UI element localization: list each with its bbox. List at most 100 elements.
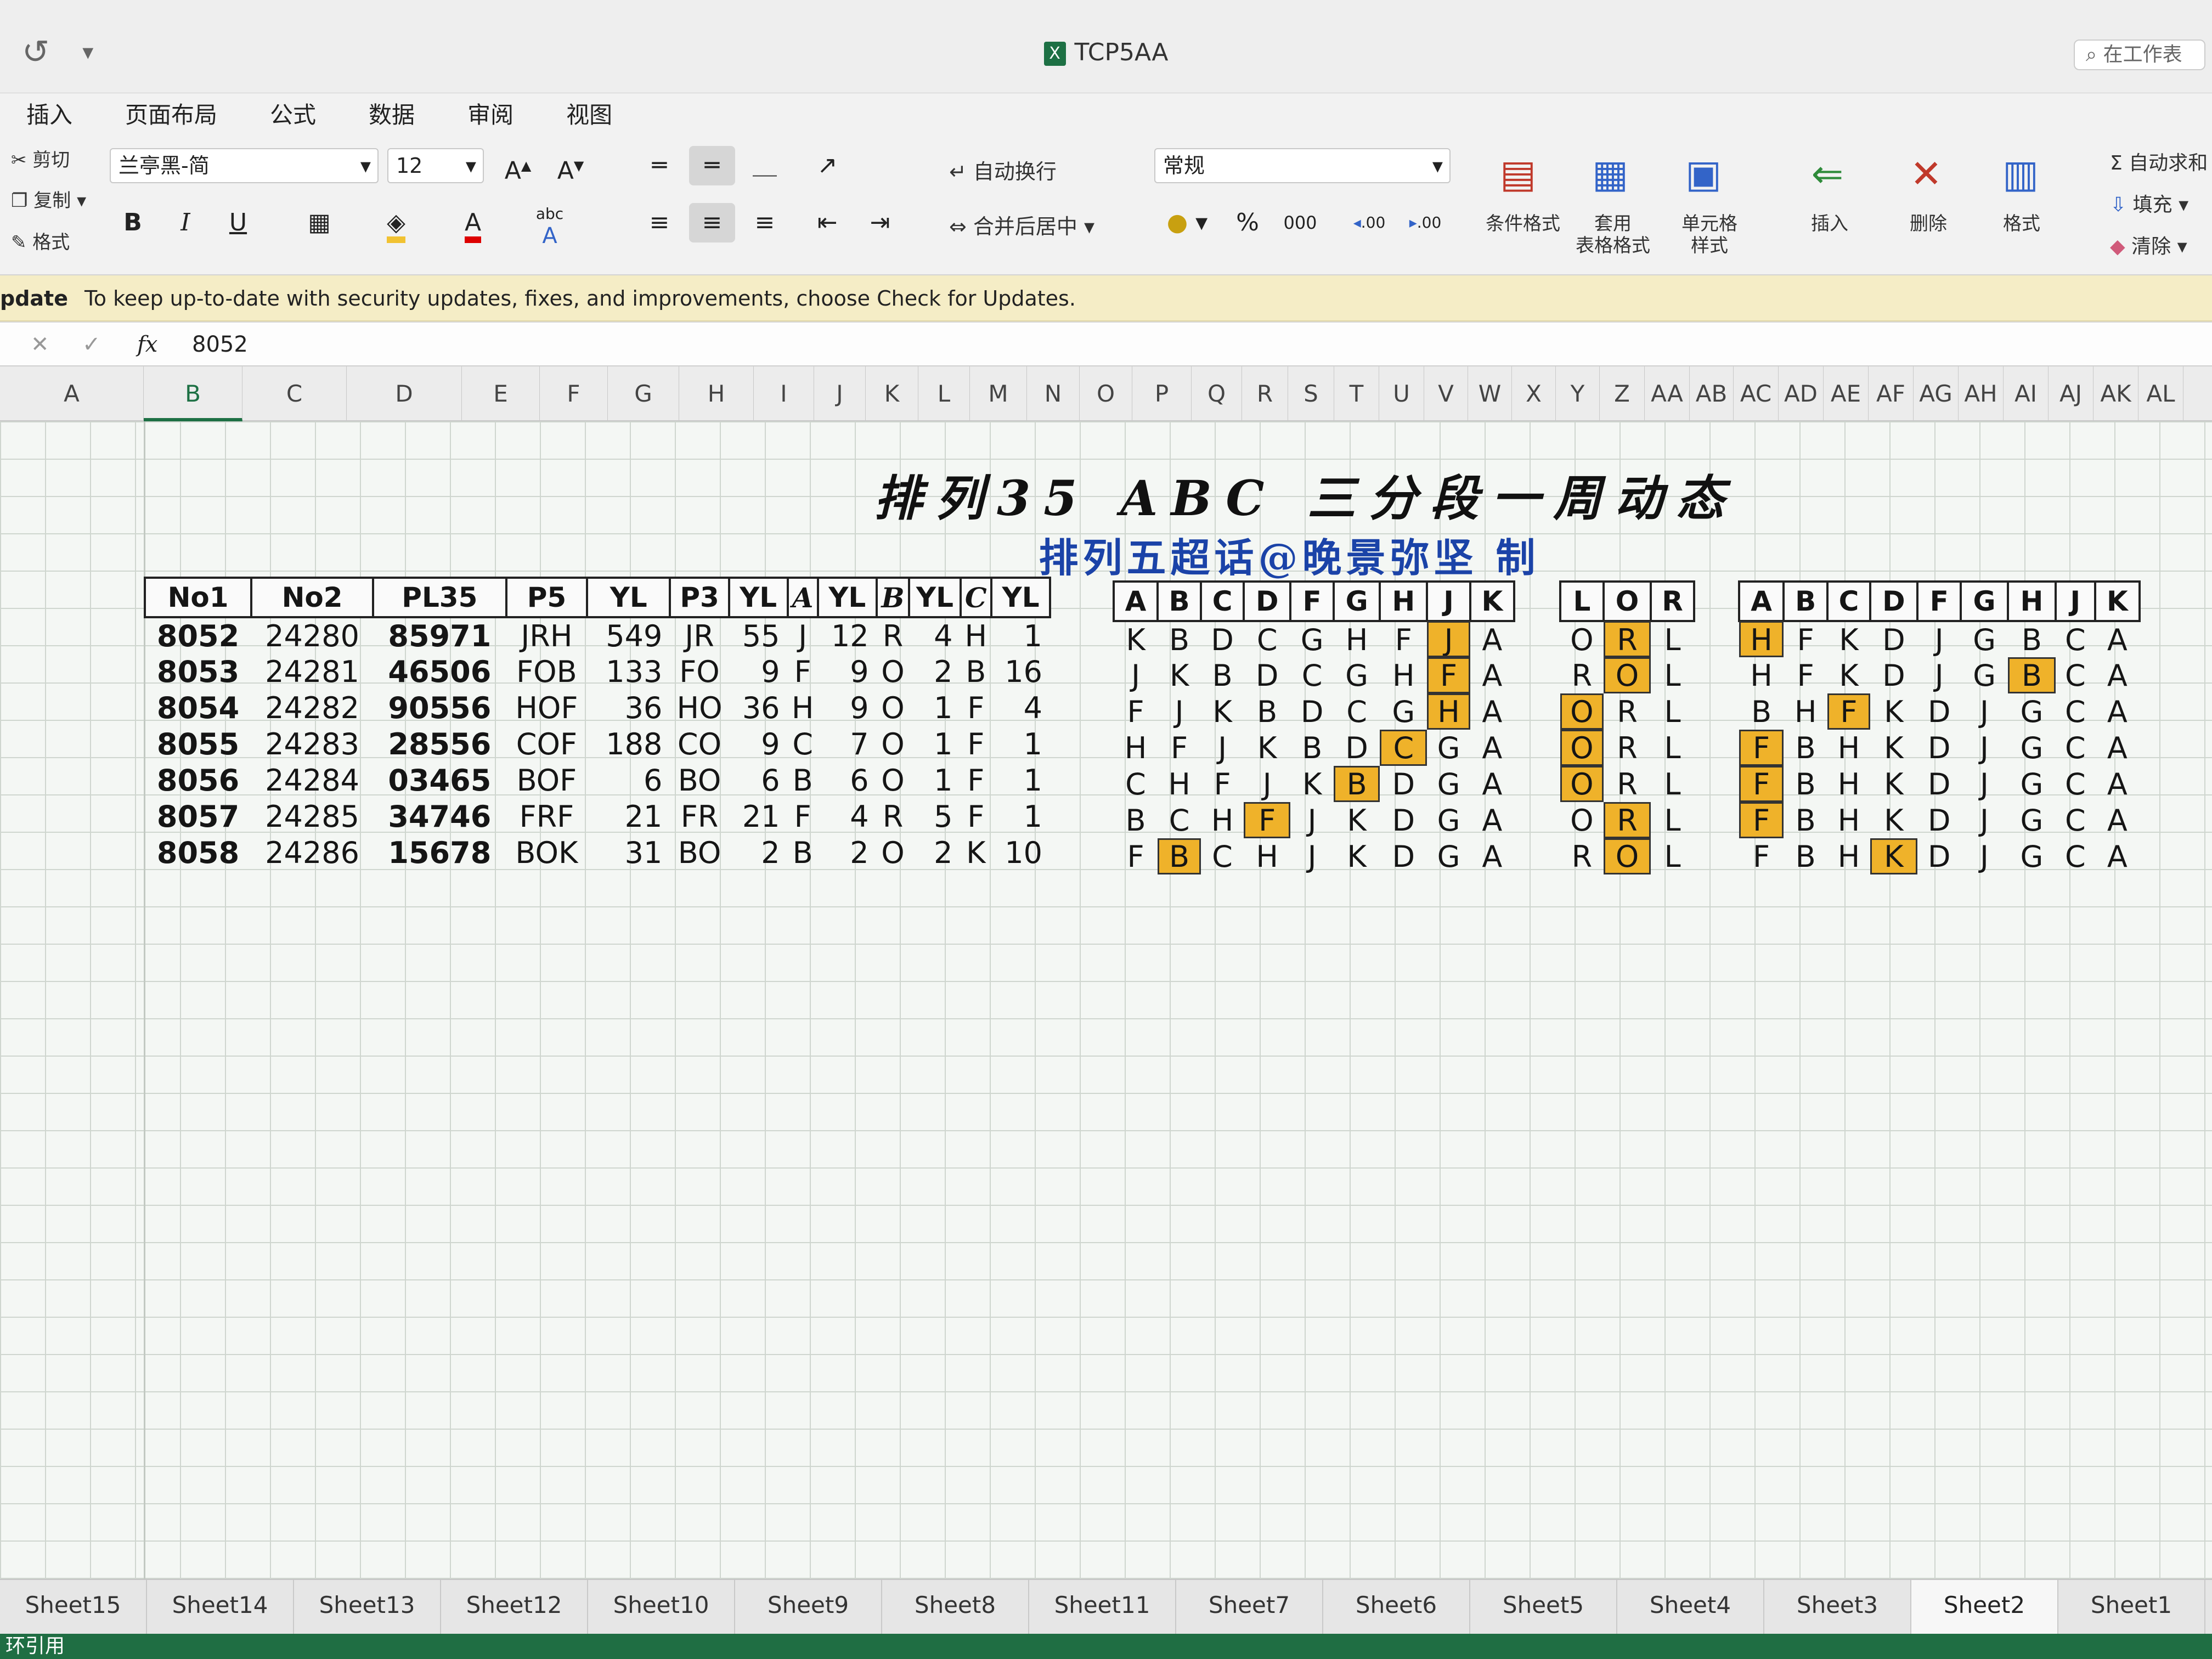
table-cell[interactable]: 85971 <box>373 617 506 653</box>
column-header-n[interactable]: N <box>1027 366 1080 421</box>
table-cell[interactable]: 46506 <box>373 653 506 690</box>
table-cell[interactable]: H <box>788 690 818 726</box>
table-cell[interactable]: L <box>1651 621 1694 657</box>
underline-button[interactable]: U <box>215 203 261 242</box>
table-cell[interactable]: R <box>1603 621 1651 657</box>
table-cell[interactable]: O <box>877 726 910 762</box>
table-cell[interactable]: C <box>1334 693 1380 730</box>
table-cell[interactable]: 4 <box>991 690 1050 726</box>
column-header-ag[interactable]: AG <box>1914 366 1959 421</box>
table-cell[interactable]: 2 <box>818 834 877 871</box>
column-header-w[interactable]: W <box>1468 366 1512 421</box>
increase-indent-icon[interactable]: ⇥ <box>857 203 903 242</box>
table-cell[interactable]: O <box>877 834 910 871</box>
table-cell[interactable]: K <box>1870 766 1918 802</box>
table-cell[interactable]: J <box>788 617 818 653</box>
table-cell[interactable]: 6 <box>729 762 788 798</box>
table-cell[interactable]: 16 <box>991 653 1050 690</box>
table-format-icon[interactable]: ▦ <box>1580 144 1640 204</box>
table-cell[interactable]: 2 <box>729 834 788 871</box>
table-cell[interactable]: K <box>1870 730 1918 766</box>
table-cell[interactable]: O <box>1560 802 1604 838</box>
table-cell[interactable]: F <box>788 798 818 834</box>
column-label[interactable]: J <box>2054 580 2096 622</box>
column-label[interactable]: F <box>1916 580 1962 622</box>
clear-button[interactable]: ◆ 清除 ▾ <box>2110 230 2187 259</box>
table-cell[interactable]: L <box>1651 657 1694 693</box>
table-cell[interactable]: K <box>1114 621 1158 657</box>
column-label[interactable]: O <box>1602 580 1652 622</box>
column-header-ak[interactable]: AK <box>2094 366 2138 421</box>
table-cell[interactable]: A <box>1470 838 1514 874</box>
table-cell[interactable]: F <box>1380 621 1427 657</box>
column-label[interactable]: C <box>959 577 993 618</box>
align-middle-icon[interactable]: ═ <box>689 146 735 185</box>
column-label[interactable]: YL <box>816 577 878 618</box>
table-cell[interactable]: D <box>1380 802 1427 838</box>
table-cell[interactable]: H <box>1114 730 1158 766</box>
table-cell[interactable]: 55 <box>729 617 788 653</box>
column-header-y[interactable]: Y <box>1556 366 1600 421</box>
wrap-text-button[interactable]: ↵ 自动换行 <box>949 155 1057 185</box>
table-cell[interactable]: C <box>2056 621 2095 657</box>
table-cell[interactable]: 21 <box>587 798 670 834</box>
table-cell[interactable]: H <box>961 617 992 653</box>
table-cell[interactable]: J <box>1427 621 1470 657</box>
table-cell[interactable]: O <box>877 690 910 726</box>
table-cell[interactable]: BOF <box>506 762 587 798</box>
sheet-tab-sheet9[interactable]: Sheet9 <box>735 1580 882 1635</box>
table-cell[interactable]: F <box>1739 766 1784 802</box>
column-header-ai[interactable]: AI <box>2004 366 2049 421</box>
table-cell[interactable]: B <box>788 762 818 798</box>
table-cell[interactable]: F <box>961 726 992 762</box>
table-cell[interactable]: FO <box>670 653 729 690</box>
sheet-tab-sheet15[interactable]: Sheet15 <box>0 1580 147 1635</box>
table-cell[interactable]: J <box>1290 838 1333 874</box>
table-cell[interactable]: B <box>1290 730 1333 766</box>
column-label[interactable]: A <box>1112 580 1159 622</box>
table-cell[interactable]: G <box>1427 766 1470 802</box>
column-label[interactable]: H <box>2006 580 2057 622</box>
table-cell[interactable]: R <box>1560 838 1604 874</box>
table-cell[interactable]: B <box>1784 802 1827 838</box>
table-cell[interactable]: J <box>1961 693 2008 730</box>
table-cell[interactable]: H <box>1427 693 1470 730</box>
table-cell[interactable]: G <box>2008 693 2056 730</box>
italic-button[interactable]: I <box>162 203 208 242</box>
text-orientation-icon[interactable]: ↗ <box>804 146 850 185</box>
sheet-tab-sheet7[interactable]: Sheet7 <box>1176 1580 1323 1635</box>
table-cell[interactable]: J <box>1961 730 2008 766</box>
table-cell[interactable]: C <box>2056 766 2095 802</box>
table-cell[interactable]: J <box>1158 693 1201 730</box>
table-cell[interactable]: L <box>1651 730 1694 766</box>
currency-button[interactable]: ● ▾ <box>1154 203 1220 242</box>
table-cell[interactable]: 8056 <box>145 762 251 798</box>
format-painter-button[interactable]: ✎ 格式 <box>11 227 70 254</box>
table-cell[interactable]: 1 <box>909 762 960 798</box>
table-cell[interactable]: 8052 <box>145 617 251 653</box>
tab-data[interactable]: 数据 <box>342 97 441 130</box>
table-cell[interactable]: R <box>1560 657 1604 693</box>
table-cell[interactable]: B <box>1158 838 1201 874</box>
table-cell[interactable]: R <box>877 617 910 653</box>
column-label[interactable]: P5 <box>505 577 589 618</box>
column-header-o[interactable]: O <box>1080 366 1132 421</box>
table-cell[interactable]: 34746 <box>373 798 506 834</box>
column-header-i[interactable]: I <box>754 366 814 421</box>
cancel-icon[interactable]: ✕ <box>31 323 49 366</box>
table-cell[interactable]: 8057 <box>145 798 251 834</box>
tab-view[interactable]: 视图 <box>540 97 639 130</box>
table-cell[interactable]: J <box>1961 802 2008 838</box>
table-cell[interactable]: BO <box>670 762 729 798</box>
table-cell[interactable]: 8058 <box>145 834 251 871</box>
column-label[interactable]: YL <box>990 577 1051 618</box>
table-cell[interactable]: 24286 <box>251 834 373 871</box>
column-label[interactable]: A <box>786 577 819 618</box>
tab-page-layout[interactable]: 页面布局 <box>99 97 244 130</box>
number-format-select[interactable]: 常规 ▾ <box>1154 148 1451 183</box>
table-cell[interactable]: A <box>2095 838 2140 874</box>
table-cell[interactable]: 24282 <box>251 690 373 726</box>
align-bottom-icon[interactable]: ＿ <box>742 146 788 185</box>
table-cell[interactable]: L <box>1651 802 1694 838</box>
table-cell[interactable]: D <box>1290 693 1333 730</box>
